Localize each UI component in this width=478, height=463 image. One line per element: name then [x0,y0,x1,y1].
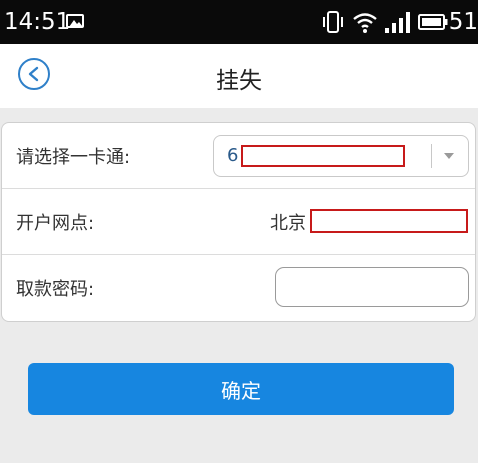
chevron-down-icon [444,153,454,159]
redaction-box [241,145,405,167]
page-title: 挂失 [216,68,262,94]
redaction-box [310,209,468,233]
select-divider [431,144,432,168]
card-select-label: 请选择一卡通: [16,147,131,168]
confirm-button[interactable]: 确定 [28,363,454,415]
navbar: 挂失 [0,44,478,108]
status-bar: 14:51 51 [0,0,478,44]
branch-label: 开户网点: [16,213,95,234]
password-input[interactable] [275,267,469,307]
photo-icon [66,14,84,28]
wifi-icon [353,13,377,33]
vibrate-icon [323,11,343,33]
password-row: 取款密码: [2,255,475,321]
signal-icon [385,12,410,33]
status-time: 14:51 [4,9,71,35]
battery-percent: 51 [448,9,478,35]
password-label: 取款密码: [16,279,95,300]
branch-value: 北京 [270,213,306,234]
battery-icon [418,14,448,30]
card-select-value: 6 [227,145,239,166]
